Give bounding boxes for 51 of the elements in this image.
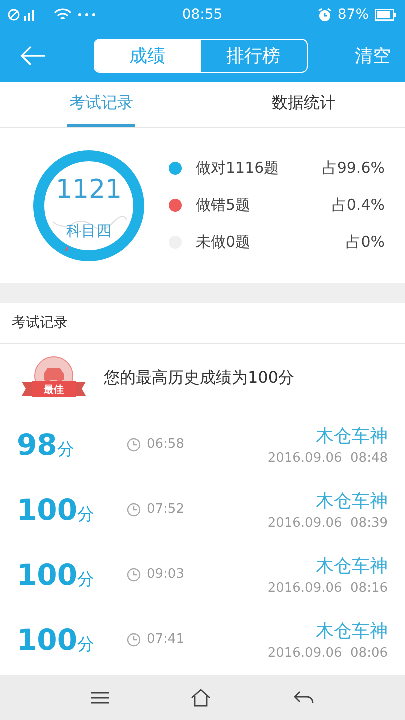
tab[interactable]: 数据统计: [270, 82, 338, 127]
score: 100: [17, 622, 78, 656]
record-title: 木仓车神: [316, 620, 388, 642]
legend-share: 占0.4%: [332, 196, 385, 215]
clock-icon: [127, 632, 141, 646]
wifi-icon: [54, 8, 72, 22]
record-date: 2016.09.06 08:39: [268, 516, 388, 530]
menu-icon[interactable]: [91, 692, 110, 704]
best-label: 最佳: [43, 384, 65, 397]
tab[interactable]: 考试记录: [67, 82, 136, 127]
legend-label: 未做0题: [196, 233, 252, 252]
segment-tab[interactable]: 排行榜: [200, 40, 306, 72]
record-date: 2016.09.06 08:48: [268, 450, 388, 466]
record-date: 2016.09.06 08:16: [268, 580, 388, 596]
duration: 09:03: [147, 567, 184, 582]
clock-icon: [127, 438, 141, 452]
score: 100: [17, 558, 78, 592]
legend-share: 占99.6%: [322, 159, 385, 178]
record-title: 木仓车神: [316, 424, 388, 448]
score: 100: [17, 492, 78, 526]
alarm-icon: [318, 8, 332, 22]
duration: 07:52: [147, 502, 184, 517]
subject-label: 科目四: [66, 222, 112, 240]
total-count: 1121: [54, 174, 124, 204]
best-score-text: 您的最高历史成绩为100分: [104, 368, 295, 388]
medal-icon: [22, 356, 86, 400]
segment-tab[interactable]: 成绩: [94, 40, 200, 72]
score-unit: 分: [78, 568, 95, 590]
record-date: 2016.09.06 08:06: [268, 646, 388, 660]
section-title: 考试记录: [12, 314, 68, 332]
score-unit: 分: [78, 504, 95, 526]
more-icon: [78, 13, 96, 17]
home-icon[interactable]: [191, 688, 212, 706]
score-unit: 分: [78, 634, 95, 656]
clear-button[interactable]: 清空: [355, 44, 391, 68]
legend-share: 占0%: [346, 233, 385, 252]
battery-percent: 87%: [338, 7, 370, 23]
score-unit: 分: [57, 438, 74, 460]
battery-icon: [375, 9, 398, 21]
back-arrow-icon[interactable]: [20, 46, 46, 66]
record-title: 木仓车神: [316, 490, 388, 512]
back-icon[interactable]: [294, 690, 314, 704]
clock-icon: [127, 502, 141, 516]
score: 98: [17, 428, 58, 462]
legend-label: 做对1116题: [196, 159, 280, 178]
duration: 06:58: [147, 437, 184, 452]
duration: 07:41: [147, 632, 184, 647]
clock-icon: [127, 568, 141, 582]
status-time: 08:55: [182, 7, 223, 23]
record-title: 木仓车神: [316, 554, 388, 578]
legend-label: 做错5题: [196, 196, 252, 215]
